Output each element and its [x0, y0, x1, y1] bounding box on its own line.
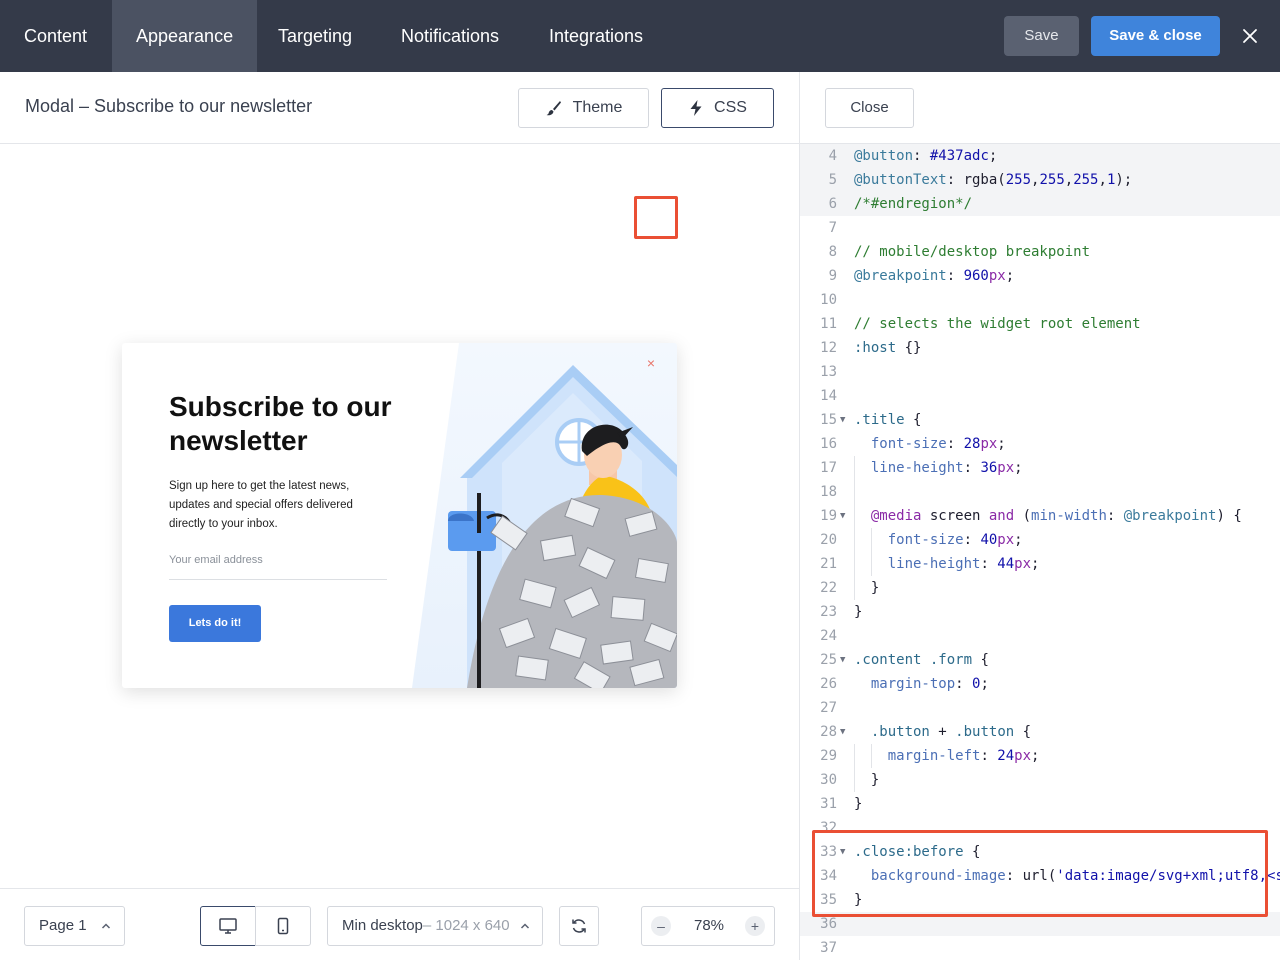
code-line: 15 ▼ .title { — [800, 408, 1280, 432]
page-select[interactable]: Page 1 — [24, 906, 125, 946]
code-line: 20 font-size: 40px; — [820, 532, 1023, 548]
close-css-editor-button[interactable]: Close — [825, 88, 914, 128]
tab-content[interactable]: Content — [0, 0, 111, 72]
mobile-view-button[interactable] — [255, 906, 311, 946]
code-line: 14 — [820, 388, 837, 404]
rotate-icon — [572, 919, 586, 933]
fold-arrow-icon[interactable]: ▼ — [840, 720, 845, 744]
save-and-close-button[interactable]: Save & close — [1091, 16, 1220, 56]
code-line: 37 — [820, 940, 837, 956]
code-line: 12:host {} — [820, 340, 922, 356]
code-line: 22 } — [820, 580, 880, 596]
plus-icon: + — [750, 918, 760, 934]
code-line: 24 — [820, 628, 837, 644]
viewport-size-value: – 1024 x 640 — [422, 917, 510, 934]
code-line: 17 line-height: 36px; — [820, 460, 1023, 476]
code-line: 5 @buttonText: rgba(255,255,255,1); — [828, 172, 1133, 188]
code-line: 25 ▼ .content .form { — [800, 648, 1280, 672]
theme-button[interactable]: Theme — [518, 88, 649, 128]
newsletter-modal: Subscribe to our newsletter Sign up here… — [122, 343, 677, 688]
tab-targeting[interactable]: Targeting — [254, 0, 376, 72]
zoom-level: 78% — [693, 917, 725, 934]
email-field[interactable]: Your email address — [169, 550, 387, 580]
css-label: CSS — [714, 99, 747, 116]
editor-header: Close — [800, 72, 1280, 144]
zoom-in-button[interactable]: + — [745, 916, 765, 936]
code-line: 6/*#endregion*/ — [828, 196, 973, 212]
lightning-icon — [690, 100, 702, 116]
code-line: 26 margin-top: 0; — [820, 676, 989, 692]
code-line: 18 — [820, 484, 837, 500]
theme-label: Theme — [572, 99, 623, 116]
code-line: 13 — [820, 364, 837, 380]
code-line: 29 margin-left: 24px; — [820, 748, 1040, 764]
rotate-button[interactable] — [559, 906, 599, 946]
viewport-size-select[interactable]: Min desktop– 1024 x 640 — [327, 906, 543, 946]
modal-title: Subscribe to our newsletter — [169, 391, 392, 456]
chevron-up-icon — [101, 923, 111, 929]
minus-icon: – — [657, 918, 665, 934]
zoom-out-button[interactable]: – — [651, 916, 671, 936]
mobile-icon — [277, 917, 289, 935]
zoom-control: – 78% + — [641, 906, 775, 946]
page-select-label: Page 1 — [39, 917, 87, 934]
code-line: 28 ▼ .button + .button { — [800, 720, 1280, 744]
code-line: 23} — [820, 604, 863, 620]
close-highlight-box — [634, 196, 678, 239]
code-line: 30 } — [820, 772, 880, 788]
modal-description: Sign up here to get the latest news, upd… — [169, 480, 353, 530]
preview-canvas: Subscribe to our newsletter Sign up here… — [0, 144, 799, 888]
code-line: 16 font-size: 28px; — [820, 436, 1006, 452]
fold-arrow-icon[interactable]: ▼ — [840, 504, 845, 528]
code-line: 7 — [828, 220, 837, 236]
tab-integrations[interactable]: Integrations — [525, 0, 667, 72]
fold-arrow-icon[interactable]: ▼ — [840, 648, 845, 672]
code-line: 4 @button: #437adc; — [828, 148, 998, 164]
code-highlight-box — [812, 830, 1268, 917]
fold-arrow-icon[interactable]: ▼ — [840, 408, 845, 432]
code-line: 21 line-height: 44px; — [820, 556, 1040, 572]
code-line: 10 — [820, 292, 837, 308]
preview-toolbar: Page 1 Min desktop– 1024 x 640 – 78% + — [0, 888, 799, 960]
tab-notifications[interactable]: Notifications — [377, 0, 523, 72]
css-button[interactable]: CSS — [661, 88, 774, 128]
brush-icon — [546, 101, 561, 116]
preview-header: Modal – Subscribe to our newsletter Them… — [0, 72, 799, 144]
chevron-up-icon — [520, 923, 530, 929]
top-nav: Content Appearance Targeting Notificatio… — [0, 0, 1280, 72]
modal-close-icon[interactable]: × — [641, 353, 661, 373]
code-line: 8// mobile/desktop breakpoint — [828, 244, 1091, 260]
code-line: 9 @breakpoint: 960px; — [828, 268, 1015, 284]
desktop-icon — [219, 918, 237, 934]
subscribe-button[interactable]: Lets do it! — [169, 605, 261, 642]
viewport-size-label: Min desktop — [342, 917, 423, 934]
desktop-view-button[interactable] — [200, 906, 256, 946]
code-line: 11// selects the widget root element — [820, 316, 1141, 332]
code-line: 19 ▼ @media screen and (min-width: @break… — [800, 504, 1280, 528]
code-line: 27 — [820, 700, 837, 716]
close-icon — [1243, 29, 1257, 43]
code-line: 31} — [820, 796, 863, 812]
tab-appearance[interactable]: Appearance — [112, 0, 258, 72]
page-title: Modal – Subscribe to our newsletter — [25, 96, 313, 116]
save-button[interactable]: Save — [1004, 16, 1079, 56]
close-editor-button[interactable] — [1236, 22, 1264, 50]
